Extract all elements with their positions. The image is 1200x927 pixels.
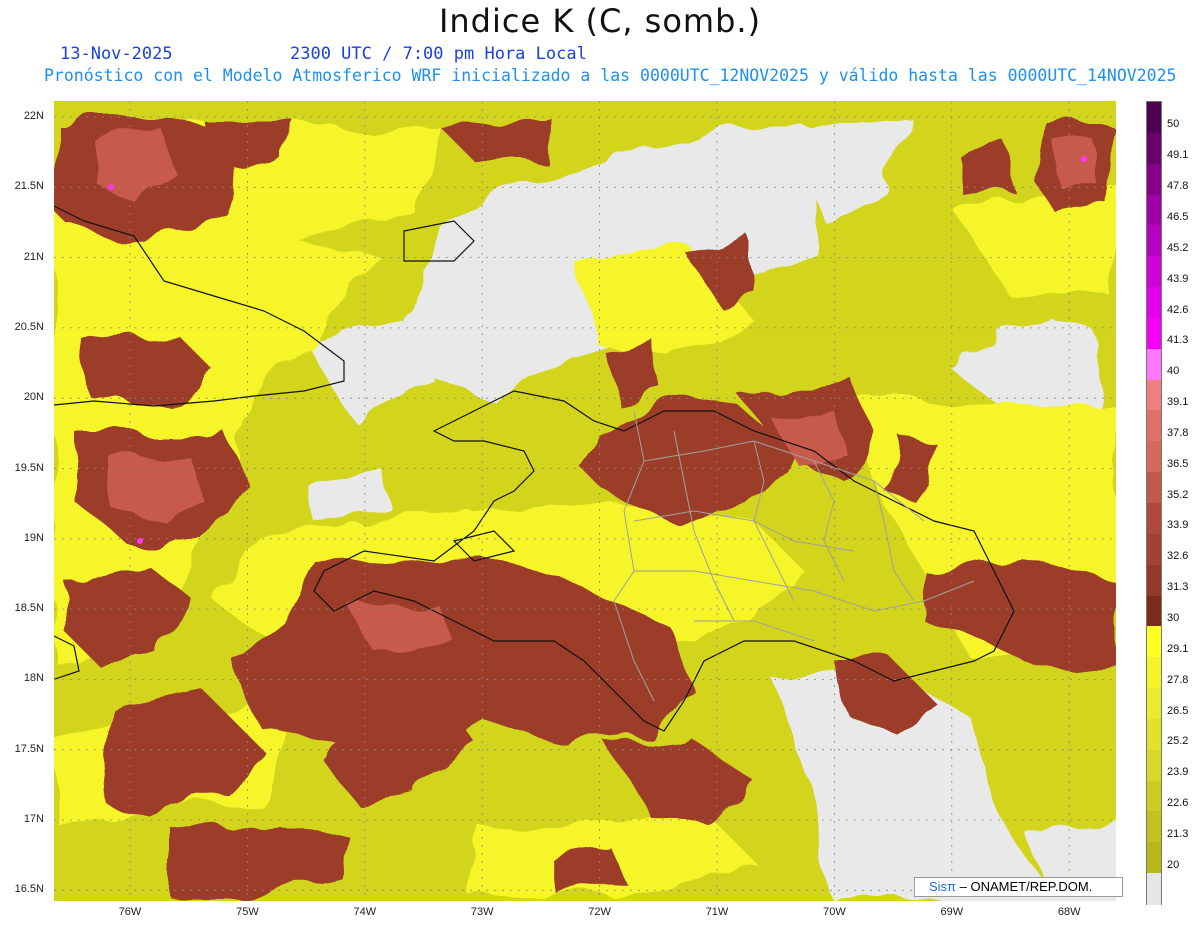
longitude-label: 71W bbox=[705, 906, 729, 918]
color-scale-label: 31.3 bbox=[1167, 581, 1189, 594]
color-scale-segment bbox=[1147, 595, 1161, 627]
color-scale-segment bbox=[1147, 410, 1161, 442]
latitude-label: 18N bbox=[23, 672, 44, 685]
color-scale-label: 27.8 bbox=[1167, 673, 1189, 686]
latitude-label: 19N bbox=[23, 531, 44, 544]
color-scale-segment bbox=[1147, 472, 1161, 504]
color-scale-label: 47.8 bbox=[1167, 180, 1189, 193]
color-scale-label: 32.6 bbox=[1167, 550, 1189, 563]
color-scale-segment bbox=[1147, 718, 1161, 751]
latitude-label: 19.5N bbox=[14, 461, 44, 474]
color-scale-label: 41.3 bbox=[1167, 334, 1189, 347]
brand-logo: Sisπ bbox=[929, 879, 957, 894]
latitude-label: 17.5N bbox=[14, 742, 44, 755]
k-index-map bbox=[54, 101, 1116, 901]
color-scale-segment bbox=[1147, 225, 1161, 257]
forecast-date: 13-Nov-2025 bbox=[60, 44, 173, 64]
color-scale-label: 22.6 bbox=[1167, 797, 1189, 810]
latitude-label: 20N bbox=[23, 391, 44, 404]
color-scale-segment bbox=[1147, 749, 1161, 782]
longitude-label: 72W bbox=[588, 906, 611, 918]
color-scale-segment bbox=[1147, 256, 1161, 288]
longitude-label: 76W bbox=[118, 906, 142, 918]
credit-text: – ONAMET/REP.DOM. bbox=[959, 879, 1093, 894]
color-scale-segment bbox=[1147, 688, 1161, 720]
color-scale-segment bbox=[1147, 194, 1161, 226]
color-scale-segment bbox=[1147, 102, 1161, 134]
latitude-label: 20.5N bbox=[14, 320, 44, 333]
longitude-label: 70W bbox=[823, 906, 846, 918]
color-scale-label: 39.1 bbox=[1167, 396, 1189, 409]
latitude-label: 18.5N bbox=[14, 602, 44, 615]
color-scale-segment bbox=[1147, 780, 1161, 813]
color-scale-label: 33.9 bbox=[1167, 519, 1189, 532]
longitude-label: 69W bbox=[940, 906, 964, 918]
latitude-label: 21N bbox=[23, 250, 44, 263]
longitude-label: 74W bbox=[353, 906, 377, 918]
color-scale-label: 45.2 bbox=[1167, 241, 1189, 254]
credit-box: Sisπ – ONAMET/REP.DOM. bbox=[914, 877, 1123, 897]
forecast-description: Pronóstico con el Modelo Atmosferico WRF… bbox=[44, 66, 1177, 85]
color-scale-label: 49.1 bbox=[1167, 149, 1189, 162]
color-scale-segment bbox=[1147, 811, 1161, 843]
color-scale-segment bbox=[1147, 287, 1161, 319]
forecast-time: 2300 UTC / 7:00 pm Hora Local bbox=[290, 44, 587, 64]
color-scale-label: 25.2 bbox=[1167, 735, 1189, 748]
color-scale-label: 50 bbox=[1167, 118, 1180, 131]
color-scale-label: 30 bbox=[1167, 611, 1180, 624]
color-scale-label: 35.2 bbox=[1167, 488, 1189, 501]
color-scale-label: 42.6 bbox=[1167, 303, 1189, 316]
color-scale-segment bbox=[1147, 626, 1161, 658]
color-scale-label: 40 bbox=[1167, 365, 1180, 378]
color-scale-label: 43.9 bbox=[1167, 272, 1189, 285]
color-scale-label: 37.8 bbox=[1167, 426, 1189, 439]
color-scale-label: 20 bbox=[1167, 858, 1180, 871]
color-scale-label: 36.5 bbox=[1167, 457, 1189, 470]
latitude-label: 21.5N bbox=[14, 180, 44, 193]
color-scale-segment bbox=[1147, 163, 1161, 196]
color-scale-label: 46.5 bbox=[1167, 210, 1189, 223]
color-scale-label: 26.5 bbox=[1167, 704, 1189, 717]
color-scale-label: 21.3 bbox=[1167, 827, 1189, 840]
color-scale-segment bbox=[1147, 657, 1161, 689]
longitude-label: 68W bbox=[1057, 906, 1081, 918]
latitude-label: 22N bbox=[23, 110, 44, 122]
color-scale-label: 29.1 bbox=[1167, 642, 1189, 655]
color-scale-segment bbox=[1147, 317, 1161, 350]
color-scale-bar bbox=[1146, 101, 1162, 905]
color-scale-segment bbox=[1147, 503, 1161, 535]
color-scale-segment bbox=[1147, 441, 1161, 473]
color-scale-segment bbox=[1147, 348, 1161, 381]
latitude-label: 17N bbox=[23, 813, 44, 825]
color-scale-segment bbox=[1147, 873, 1161, 905]
latitude-label: 16.5N bbox=[14, 883, 44, 896]
map-title: Indice K (C, somb.) bbox=[438, 2, 762, 40]
color-scale-segment bbox=[1147, 564, 1161, 597]
color-scale-segment bbox=[1147, 842, 1161, 874]
color-scale-segment bbox=[1147, 132, 1161, 165]
color-scale-segment bbox=[1147, 379, 1161, 412]
longitude-label: 73W bbox=[470, 906, 494, 918]
color-scale-segment bbox=[1147, 533, 1161, 566]
color-scale-label: 23.9 bbox=[1167, 766, 1189, 779]
longitude-label: 75W bbox=[236, 906, 259, 918]
